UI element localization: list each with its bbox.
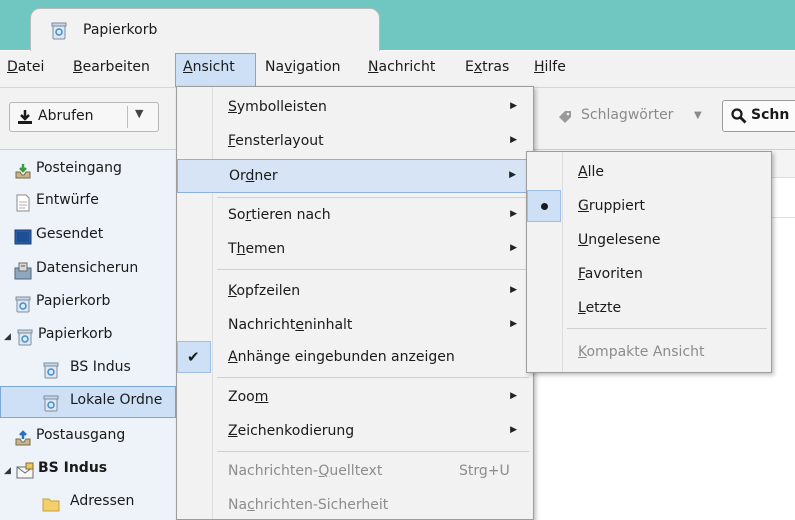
chevron-down-icon[interactable]: ▼ — [135, 107, 143, 120]
tab-title: Papierkorb — [83, 22, 158, 38]
button-separator — [127, 106, 128, 128]
inbox-icon — [15, 164, 31, 179]
menuitem-sortieren[interactable]: Sortieren nach ▶ — [177, 199, 533, 233]
folder-item-selected[interactable]: Lokale Ordne — [0, 386, 176, 418]
submenu-arrow-icon: ▶ — [510, 243, 517, 253]
folder-submenu: Alle Gruppiert Ungelesene Favoriten Letz… — [526, 151, 772, 373]
menu-ansicht[interactable]: Ansicht — [183, 59, 235, 75]
folder-item[interactable]: Postausgang — [0, 421, 176, 453]
menu-navigation[interactable]: Navigation — [265, 59, 341, 75]
menuitem-themen[interactable]: Themen ▶ — [177, 233, 533, 267]
submenu-arrow-icon: ▶ — [510, 319, 517, 329]
menu-bearbeiten[interactable]: Bearbeiten — [73, 59, 150, 75]
folder-icon — [42, 498, 60, 512]
menuitem-kompakte-ansicht[interactable]: Kompakte Ansicht — [527, 336, 771, 370]
tab-strip: Papierkorb — [0, 0, 795, 52]
folder-item[interactable]: BS Indus — [0, 353, 176, 385]
menu-separator — [217, 197, 529, 198]
get-messages-button[interactable]: Abrufen ▼ — [9, 102, 159, 132]
menu-separator — [217, 377, 529, 378]
quick-filter-label: Schn — [751, 107, 790, 123]
account-icon — [16, 462, 34, 479]
menuitem-ungelesene[interactable]: Ungelesene — [527, 224, 771, 258]
menuitem-alle[interactable]: Alle — [527, 156, 771, 190]
download-icon — [18, 110, 32, 124]
submenu-arrow-icon: ▶ — [510, 425, 517, 435]
tags-button[interactable]: Schlagwörter ▼ — [553, 102, 713, 132]
menuitem-zeichenkodierung[interactable]: Zeichenkodierung ▶ — [177, 415, 533, 449]
folder-pane: Posteingang Entwürfe Gesendet Datensiche… — [0, 150, 176, 520]
archive-icon — [14, 262, 32, 280]
folder-item[interactable]: Datensicherun — [0, 254, 176, 286]
submenu-arrow-icon: ▶ — [510, 101, 517, 111]
submenu-arrow-icon: ▶ — [509, 170, 516, 180]
submenu-arrow-icon: ▶ — [510, 285, 517, 295]
menuitem-favoriten[interactable]: Favoriten — [527, 258, 771, 292]
trash-icon — [43, 362, 59, 379]
folder-item[interactable]: ◢ BS Indus — [0, 454, 176, 486]
menu-separator — [217, 451, 529, 452]
menuitem-kopfzeilen[interactable]: Kopfzeilen ▶ — [177, 275, 533, 309]
menu-extras[interactable]: Extras — [465, 59, 509, 75]
folder-item[interactable]: Adressen — [0, 487, 176, 519]
search-icon — [731, 108, 747, 124]
menu-separator — [567, 328, 767, 329]
menu-nachricht[interactable]: Nachricht — [368, 59, 435, 75]
tags-label: Schlagwörter — [581, 107, 674, 123]
folder-item[interactable]: Entwürfe — [0, 186, 176, 218]
menu-datei[interactable]: Datei — [7, 59, 44, 75]
menuitem-anhaenge-eingebunden[interactable]: ✔ Anhänge eingebunden anzeigen — [177, 341, 533, 375]
submenu-arrow-icon: ▶ — [510, 391, 517, 401]
chevron-down-icon: ▼ — [694, 110, 702, 121]
sent-icon — [14, 229, 32, 245]
trash-folder-icon — [51, 22, 67, 40]
outbox-icon — [15, 430, 31, 446]
submenu-arrow-icon: ▶ — [510, 209, 517, 219]
radio-bullet-icon — [527, 190, 561, 222]
menuitem-zoom[interactable]: Zoom ▶ — [177, 381, 533, 415]
expanded-twisty-icon[interactable]: ◢ — [4, 466, 11, 476]
submenu-arrow-icon: ▶ — [510, 135, 517, 145]
menu-hilfe[interactable]: Hilfe — [534, 59, 566, 75]
checkmark-icon: ✔ — [177, 341, 211, 373]
menuitem-sicherheit[interactable]: Nachrichten-Sicherheit — [177, 489, 533, 520]
menuitem-ordner[interactable]: Ordner ▶ — [177, 159, 533, 193]
folder-item[interactable]: Posteingang — [0, 154, 176, 186]
menuitem-fensterlayout[interactable]: Fensterlayout ▶ — [177, 125, 533, 159]
trash-icon — [15, 296, 31, 313]
drafts-icon — [16, 194, 30, 212]
get-messages-label: Abrufen — [38, 108, 94, 124]
menu-separator — [217, 269, 529, 270]
tab-papierkorb[interactable]: Papierkorb — [30, 8, 380, 52]
menuitem-nachrichteninhalt[interactable]: Nachrichteninhalt ▶ — [177, 309, 533, 343]
menuitem-quelltext[interactable]: Nachrichten-Quelltext Strg+U — [177, 455, 533, 489]
folder-item[interactable]: ◢ Papierkorb — [0, 320, 176, 352]
menuitem-gruppiert[interactable]: Gruppiert — [527, 190, 771, 224]
trash-icon — [43, 395, 59, 412]
menuitem-letzte[interactable]: Letzte — [527, 292, 771, 326]
folder-item[interactable]: Papierkorb — [0, 287, 176, 319]
shortcut-label: Strg+U — [459, 463, 510, 479]
trash-icon — [17, 329, 33, 346]
quick-filter-button[interactable]: Schn — [722, 100, 795, 132]
view-menu: Symbolleisten ▶ Fensterlayout ▶ Ordner ▶… — [176, 86, 534, 520]
menuitem-symbolleisten[interactable]: Symbolleisten ▶ — [177, 91, 533, 125]
folder-item[interactable]: Gesendet — [0, 220, 176, 252]
tag-icon — [559, 111, 571, 123]
expanded-twisty-icon[interactable]: ◢ — [4, 332, 11, 342]
